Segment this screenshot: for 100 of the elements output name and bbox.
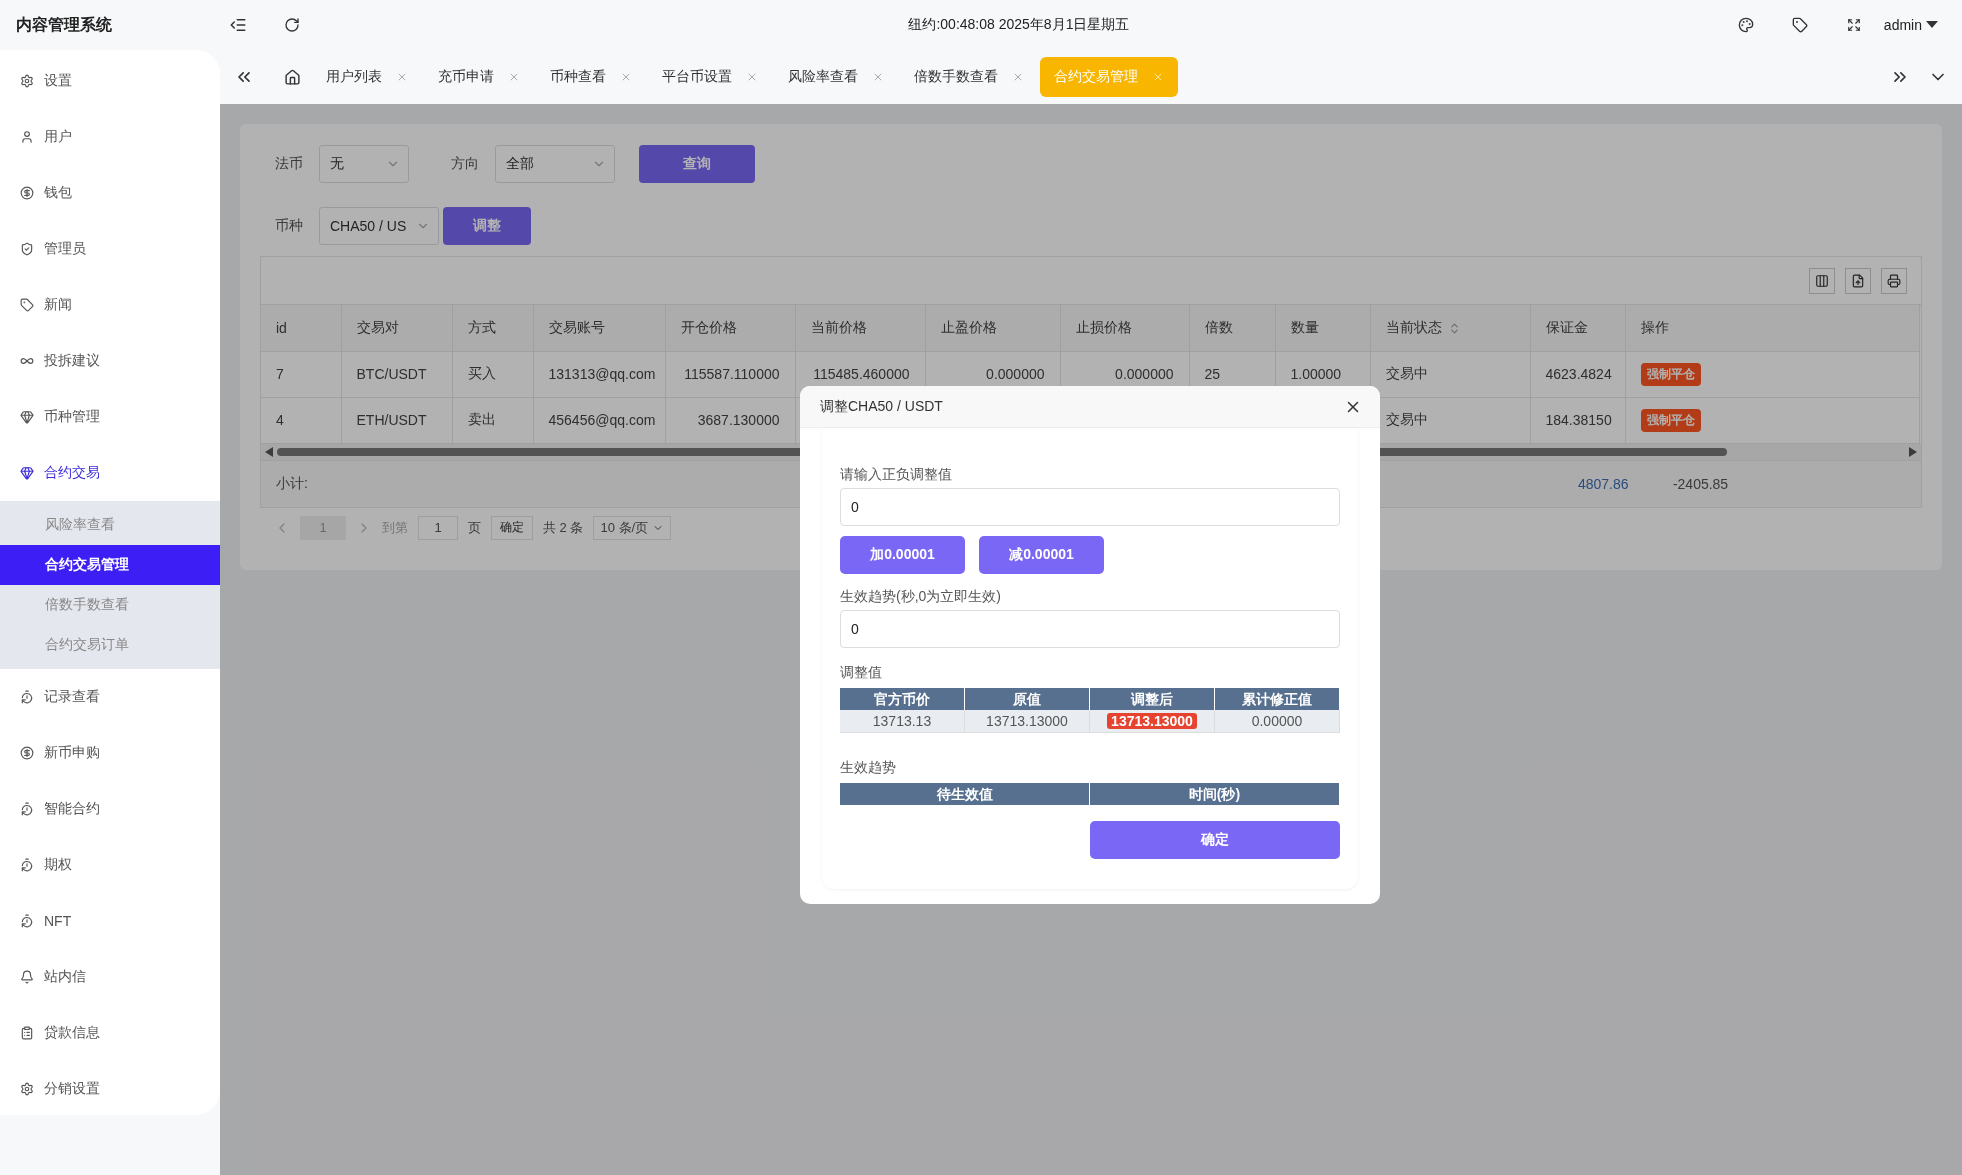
dollar-coin-icon [20, 746, 34, 760]
column-header: 止盈价格 [925, 305, 1060, 351]
column-header: 操作 [1625, 305, 1919, 351]
confirm-button[interactable]: 确定 [1090, 821, 1340, 859]
tab[interactable]: 币种查看 [536, 57, 646, 97]
sidebar-item[interactable]: 钱包 [0, 165, 220, 221]
user-menu[interactable]: admin [1871, 17, 1962, 33]
total-count: 共 2 条 [543, 518, 584, 537]
print-icon[interactable] [1881, 267, 1907, 294]
goto-confirm-button[interactable]: 确定 [491, 515, 533, 540]
scroll-left-arrow-icon[interactable] [265, 446, 273, 457]
table-cell: 买入 [452, 351, 533, 397]
tag-icon [20, 298, 34, 312]
table-cell: 4 [261, 397, 341, 443]
timer-icon [20, 802, 34, 816]
column-header: 止损价格 [1060, 305, 1189, 351]
sidebar-item[interactable]: 新币申购 [0, 725, 220, 781]
sidebar-item[interactable]: 合约交易 [0, 445, 220, 501]
sidebar-item[interactable]: 新闻 [0, 277, 220, 333]
column-header: 开仓价格 [665, 305, 795, 351]
column-header: 当前价格 [795, 305, 925, 351]
gem-icon [20, 466, 34, 480]
clipboard-icon [20, 1026, 34, 1040]
column-header: 交易账号 [533, 305, 665, 351]
tab[interactable]: 倍数手数查看 [900, 57, 1038, 97]
column-header: 倍数 [1189, 305, 1275, 351]
caret-icon[interactable] [1926, 21, 1938, 29]
sidebar-item[interactable]: 管理员 [0, 221, 220, 277]
section-label: 生效趋势 [840, 759, 897, 777]
section-label: 调整值 [840, 664, 883, 682]
timer-icon [20, 858, 34, 872]
tab[interactable]: 风险率查看 [774, 57, 898, 97]
sidebar-item[interactable]: NFT [0, 893, 220, 949]
page-size-select[interactable]: 10 条/页 [593, 515, 672, 540]
table-cell: 456456@qq.com [533, 397, 665, 443]
tab[interactable]: 用户列表 [312, 57, 422, 97]
sidebar-item[interactable]: 记录查看 [0, 669, 220, 725]
filter-label: 方向 [450, 155, 480, 173]
subtotal-label: 小计: [275, 474, 308, 493]
column-header: 待生效值 [840, 783, 1090, 805]
table-cell: BTC/USDT [341, 351, 452, 397]
sidebar-item[interactable]: 分销设置 [0, 1061, 220, 1117]
filter-label: 法币 [274, 155, 304, 173]
table-cell-text: 13713.13000 [985, 713, 1069, 729]
export-icon[interactable] [1845, 267, 1871, 294]
trend-seconds-field[interactable]: 0 [840, 610, 1340, 648]
bell-icon [20, 970, 34, 984]
sidebar-item[interactable]: 智能合约 [0, 781, 220, 837]
increase-button[interactable]: 加0.00001 [840, 536, 965, 574]
table-cell-text: 13713.13 [871, 713, 933, 729]
table-cell: 131313@qq.com [533, 351, 665, 397]
table-cell: 13713.13000 [1107, 713, 1197, 729]
dialog-title: 调整CHA50 / USDT [820, 397, 943, 416]
column-header: id [261, 305, 341, 351]
column-header: 交易对 [341, 305, 452, 351]
sidebar-item[interactable]: 设置 [0, 53, 220, 109]
sidebar-item[interactable]: 贷款信息 [0, 1005, 220, 1061]
table-cell: 115587.110000 [665, 351, 795, 397]
sidebar-item[interactable]: 用户 [0, 109, 220, 165]
margin-total: 4807.86 [1576, 475, 1630, 492]
fiat-select[interactable]: 无 [319, 145, 409, 183]
tab[interactable]: 平台币设置 [648, 57, 772, 97]
timer-icon [20, 690, 34, 704]
timer-icon [20, 914, 34, 928]
column-header: 时间(秒) [1090, 783, 1340, 805]
user-icon [20, 130, 34, 144]
decrease-button[interactable]: 减0.00001 [979, 536, 1104, 574]
shield-icon [20, 242, 34, 256]
sidebar-item[interactable]: 投拆建议 [0, 333, 220, 389]
columns-icon[interactable] [1809, 267, 1835, 294]
coin-select[interactable]: CHA50 / US [319, 207, 439, 245]
settings-icon [20, 74, 34, 88]
sidebar-item[interactable]: 站内信 [0, 949, 220, 1005]
scroll-right-arrow-icon[interactable] [1909, 446, 1917, 457]
goto-label: 到第 [382, 518, 408, 537]
adjust-value-field[interactable]: 0 [840, 488, 1340, 526]
tab[interactable]: 充币申请 [424, 57, 534, 97]
table-cell: 4623.4824 [1530, 351, 1625, 397]
direction-select[interactable]: 全部 [495, 145, 615, 183]
column-header: 官方币价 [840, 688, 965, 710]
column-header: 原值 [965, 688, 1090, 710]
app-title: 内容管理系统 [15, 14, 113, 35]
gem-icon [20, 410, 34, 424]
sidebar-subitem[interactable]: 合约交易管理 [0, 545, 220, 585]
field-label: 生效趋势(秒,0为立即生效) [840, 588, 1002, 606]
table-cell: ETH/USDT [341, 397, 452, 443]
table-cell: 卖出 [452, 397, 533, 443]
page-unit-label: 页 [468, 518, 481, 537]
column-header: 方式 [452, 305, 533, 351]
sidebar-item[interactable]: 币种管理 [0, 389, 220, 445]
column-header: 保证金 [1530, 305, 1625, 351]
column-header: 当前状态 [1370, 305, 1530, 351]
filter-label: 币种 [274, 217, 304, 235]
goto-page-field[interactable]: 1 [418, 515, 458, 540]
table-cell: 7 [261, 351, 341, 397]
column-header: 累计修正值 [1215, 688, 1340, 710]
settings-icon [20, 1082, 34, 1096]
table-cell: 184.38150 [1530, 397, 1625, 443]
table-cell-text: 0.00000 [1250, 713, 1304, 729]
sidebar-item[interactable]: 期权 [0, 837, 220, 893]
